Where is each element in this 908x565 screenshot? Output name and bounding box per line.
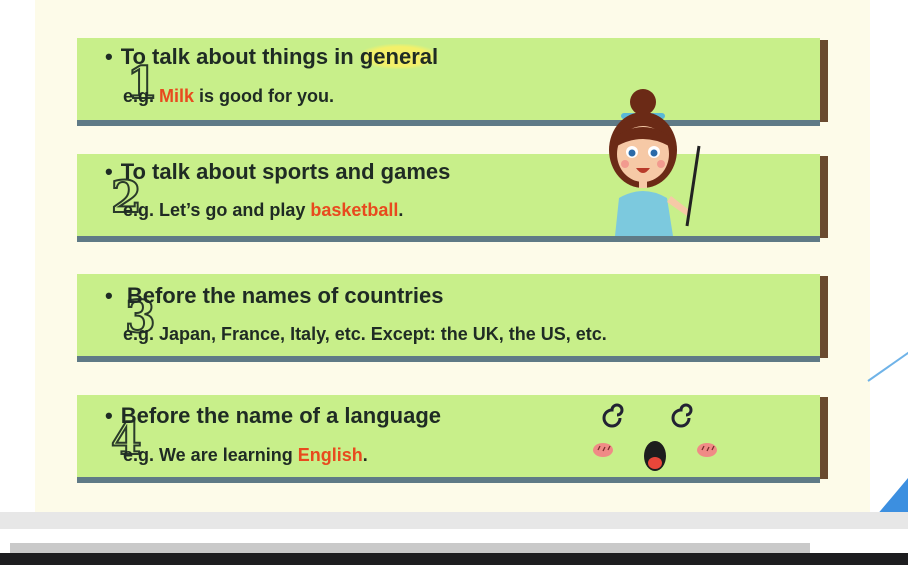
example-1-prefix: e.g. <box>123 86 160 106</box>
rule-example-4: e.g. We are learning English. <box>123 445 368 466</box>
example-1-suffix: is good for you. <box>194 86 335 106</box>
rule-title-1: To talk about things in general <box>105 44 439 70</box>
decorative-triangle <box>876 478 908 516</box>
example-2-prefix: e.g. Let’s go and play <box>123 200 311 220</box>
rule-example-3: e.g. Japan, France, Italy, etc. Except: … <box>123 324 607 344</box>
rule-title-3: Before the names of countries <box>105 283 444 309</box>
dizzy-face-icon <box>593 403 717 471</box>
example-1-highlight: Milk <box>159 86 195 106</box>
highlighted-word-general: general <box>359 44 439 69</box>
example-2-highlight: basketball <box>310 200 399 220</box>
rule-title-1-text: To talk about things in <box>120 44 360 69</box>
rule-example-2: e.g. Let’s go and play basketball. <box>123 200 403 221</box>
teacher-illustration <box>609 89 701 236</box>
example-4-highlight: English <box>297 445 363 465</box>
scroll-track[interactable] <box>10 543 810 553</box>
decorative-line <box>867 345 908 382</box>
player-bar <box>0 553 908 565</box>
example-4-prefix: e.g. We are learning <box>123 445 298 465</box>
rule-title-4: Before the name of a language <box>105 403 441 429</box>
example-2-suffix: . <box>398 200 404 220</box>
rule-example-1: e.g. Milk is good for you. <box>123 86 334 107</box>
bottom-strip <box>0 512 908 529</box>
rule-title-2: To talk about sports and games <box>105 159 451 185</box>
example-4-suffix: . <box>362 445 368 465</box>
